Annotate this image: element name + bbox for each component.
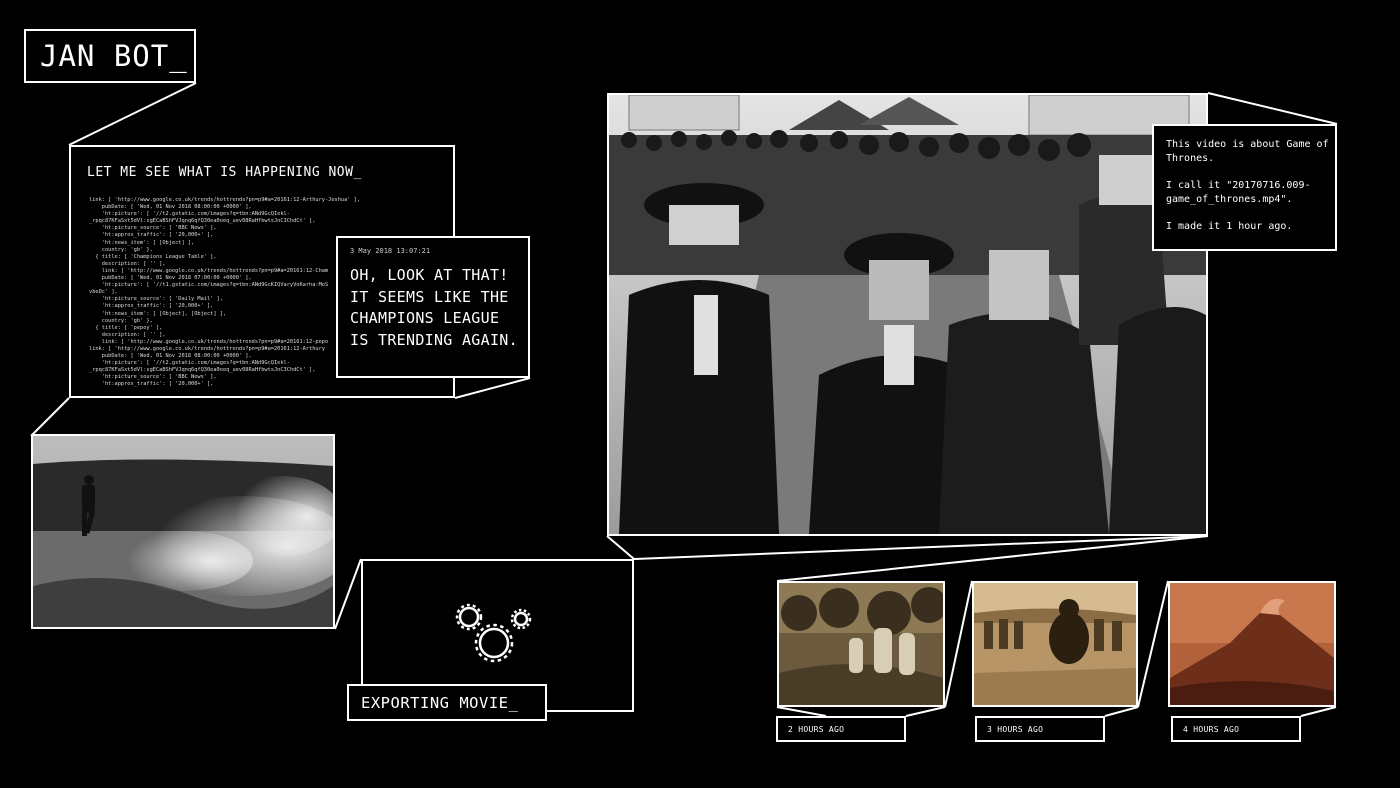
history-time-2-text: 3 HOURS AGO (987, 725, 1044, 734)
speech-text: OH, LOOK AT THAT! IT SEEMS LIKE THE CHAM… (350, 266, 518, 349)
video-info-panel: This video is about Game of Thrones. I c… (1152, 124, 1337, 251)
log-line: { title: [ 'pepoy' ], (95, 324, 163, 331)
history-thumbnail-1[interactable] (777, 581, 945, 707)
log-line: pubDate: [ 'Wed, 01 Nov 2018 07:00:00 +0… (101, 275, 252, 282)
log-line: pubDate: [ 'Wed, 01 Nov 2018 08:00:00 +0… (101, 353, 252, 360)
history-thumbnail-3[interactable] (1168, 581, 1336, 707)
export-status-text: EXPORTING MOVIE_ (361, 694, 519, 712)
log-line: link: [ 'http://www.google.co.uk/trends/… (101, 338, 329, 345)
log-line: 'ht:picture': [ '//t1.gstatic.com/images… (101, 282, 329, 289)
log-line: { title: [ 'Champions League Table' ], (95, 253, 217, 260)
log-line: vbeDc' ], (89, 289, 118, 296)
log-line: 'ht:picture_source': [ 'BBC News' ], (101, 374, 217, 381)
log-line: 'ht:news_item': [ [Object] ], (101, 239, 195, 246)
history-time-3-text: 4 HOURS AGO (1183, 725, 1240, 734)
main-video-frame (607, 93, 1208, 536)
log-line: description: [ '' ], (101, 260, 166, 267)
log-line: 'ht:approx_traffic': [ '20,000+' ], (101, 303, 214, 310)
log-lines: link: [ 'http://www.google.co.uk/trends/… (89, 197, 360, 389)
history-time-3: 4 HOURS AGO (1171, 716, 1301, 742)
history-time-2: 3 HOURS AGO (975, 716, 1105, 742)
log-line: link: [ 'http://www.google.co.uk/trends/… (89, 345, 325, 352)
log-line: description: [ '' ], (101, 331, 166, 338)
history-thumbnail-2[interactable] (972, 581, 1138, 707)
log-line: 'ht:news_item': [ [Object], [Object] ], (101, 310, 227, 317)
history-time-1-text: 2 HOURS AGO (788, 725, 845, 734)
log-line: 'ht:picture': [ '//t2.gstatic.com/images… (101, 211, 290, 218)
log-line: 'ht:picture_source': [ 'Daily Mail' ], (101, 296, 223, 303)
app-title-box: JAN BOT_ (24, 29, 196, 83)
log-heading: LET ME SEE WHAT IS HAPPENING NOW_ (87, 165, 362, 180)
log-line: pubDate: [ 'Wed, 01 Nov 2018 08:00:00 +0… (101, 204, 252, 211)
log-line: 'ht:picture_source': [ 'BBC News' ], (101, 225, 217, 232)
video-info-text: This video is about Game of Thrones. I c… (1166, 138, 1331, 247)
log-line: country: 'gb' }, (101, 317, 153, 324)
history-time-1: 2 HOURS AGO (776, 716, 906, 742)
log-line: 'ht:approx_traffic': [ '20,000+' ], (101, 232, 214, 239)
speech-bubble: 3 May 2018 13:07:21 OH, LOOK AT THAT! IT… (336, 236, 530, 378)
gears-icon (455, 603, 532, 663)
app-title: JAN BOT_ (40, 39, 188, 73)
export-status-label: EXPORTING MOVIE_ (347, 684, 547, 721)
log-line: _rpqc87KFaSxt5dVl:sgECaBShFVJqnq6qfQ30ea… (89, 218, 316, 225)
info-line-2: I call it "20170716.009-game_of_thrones.… (1166, 180, 1311, 205)
log-line: link: [ 'http://www.google.co.uk/trends/… (89, 197, 361, 203)
log-line: _rpqc87KFaSxt5dVl:sgECaBShFVJqnq6qfQ30ea… (89, 367, 316, 374)
log-line: 'ht:picture': [ '//t2.gstatic.com/images… (101, 360, 290, 367)
info-line-1: This video is about Game of Thrones. (1166, 139, 1329, 164)
info-line-3: I made it 1 hour ago. (1166, 221, 1293, 232)
log-line: link: [ 'http://www.google.co.uk/trends/… (101, 267, 329, 274)
log-line: 'ht:approx_traffic': [ '20,000+' ], (101, 381, 214, 388)
speech-date: 3 May 2018 13:07:21 (350, 247, 431, 255)
log-line: country: 'gb' }, (101, 246, 153, 253)
geyser-photo (31, 434, 335, 629)
